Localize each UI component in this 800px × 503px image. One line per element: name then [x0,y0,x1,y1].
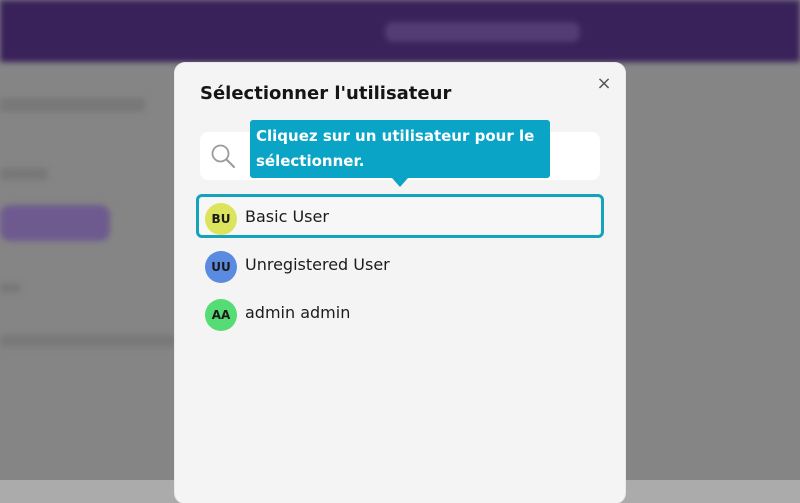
user-list: BU Basic User UU Unregistered User AA ad… [196,194,604,338]
user-name: Basic User [245,207,329,226]
tooltip-arrow [392,178,408,187]
avatar: UU [205,251,237,283]
user-name: Unregistered User [245,255,390,274]
user-item-basic-user[interactable]: BU Basic User [196,194,604,238]
help-tooltip: Cliquez sur un utilisateur pour le sélec… [250,120,550,178]
user-item-unregistered-user[interactable]: UU Unregistered User [196,242,604,286]
avatar: AA [205,299,237,331]
user-name: admin admin [245,303,351,322]
user-item-admin-admin[interactable]: AA admin admin [196,290,604,334]
close-button[interactable]: × [593,73,615,95]
modal-title: Sélectionner l'utilisateur [200,83,452,104]
close-icon: × [596,73,612,94]
search-icon [211,144,235,168]
avatar: BU [205,203,237,235]
